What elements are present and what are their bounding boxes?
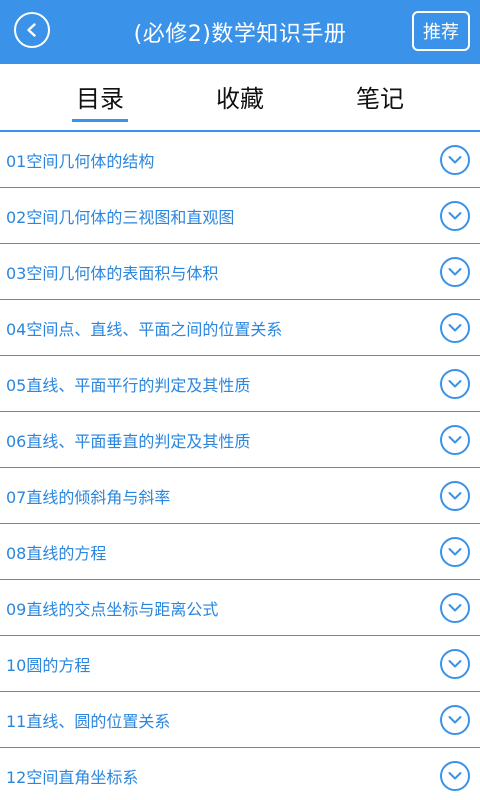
- chevron-down-icon[interactable]: [440, 424, 470, 455]
- chapter-item-05[interactable]: 05直线、平面平行的判定及其性质: [0, 356, 480, 412]
- chevron-down-icon[interactable]: [440, 144, 470, 175]
- chapter-item-10[interactable]: 10圆的方程: [0, 636, 480, 692]
- chevron-down-icon[interactable]: [440, 368, 470, 399]
- chevron-down-icon[interactable]: [440, 312, 470, 343]
- chevron-down-icon[interactable]: [440, 200, 470, 231]
- chevron-down-icon[interactable]: [440, 536, 470, 567]
- chapter-title: 03空间几何体的表面积与体积: [6, 263, 219, 283]
- tab-catalog[interactable]: 目录: [72, 73, 128, 122]
- chevron-down-icon[interactable]: [440, 256, 470, 287]
- chevron-down-icon[interactable]: [440, 592, 470, 623]
- chevron-down-icon[interactable]: [440, 760, 470, 791]
- chapter-title: 10圆的方程: [6, 655, 91, 675]
- back-button[interactable]: [14, 12, 50, 48]
- tab-notes[interactable]: 笔记: [352, 73, 408, 122]
- recommend-button[interactable]: 推荐: [412, 11, 470, 51]
- chevron-down-icon[interactable]: [440, 648, 470, 679]
- chevron-down-icon[interactable]: [440, 704, 470, 735]
- chapter-item-11[interactable]: 11直线、圆的位置关系: [0, 692, 480, 748]
- chevron-down-icon[interactable]: [440, 480, 470, 511]
- chapter-item-08[interactable]: 08直线的方程: [0, 524, 480, 580]
- chapter-item-04[interactable]: 04空间点、直线、平面之间的位置关系: [0, 300, 480, 356]
- chapter-item-12[interactable]: 12空间直角坐标系: [0, 748, 480, 800]
- chapter-title: 05直线、平面平行的判定及其性质: [6, 375, 251, 395]
- page-title: (必修2)数学知识手册: [133, 22, 347, 47]
- chapter-list: 01空间几何体的结构 02空间几何体的三视图和直观图 03空间几何体的表面积与体…: [0, 132, 480, 800]
- back-arrow-icon: [27, 23, 36, 37]
- chapter-title: 01空间几何体的结构: [6, 151, 155, 171]
- chapter-title: 11直线、圆的位置关系: [6, 711, 171, 731]
- chapter-title: 02空间几何体的三视图和直观图: [6, 207, 235, 227]
- chapter-title: 08直线的方程: [6, 543, 107, 563]
- title-bar: (必修2)数学知识手册 推荐: [0, 0, 480, 64]
- tab-favorites[interactable]: 收藏: [212, 73, 268, 122]
- chapter-item-01[interactable]: 01空间几何体的结构: [0, 132, 480, 188]
- chapter-item-07[interactable]: 07直线的倾斜角与斜率: [0, 468, 480, 524]
- app-window: (必修2)数学知识手册 推荐 目录 收藏 笔记 01空间几何体的结构 02空间几…: [0, 0, 480, 800]
- chapter-item-02[interactable]: 02空间几何体的三视图和直观图: [0, 188, 480, 244]
- chapter-item-03[interactable]: 03空间几何体的表面积与体积: [0, 244, 480, 300]
- chapter-title: 09直线的交点坐标与距离公式: [6, 599, 219, 619]
- chapter-title: 07直线的倾斜角与斜率: [6, 487, 171, 507]
- chapter-title: 12空间直角坐标系: [6, 767, 139, 787]
- tab-bar: 目录 收藏 笔记: [0, 64, 480, 132]
- chapter-item-06[interactable]: 06直线、平面垂直的判定及其性质: [0, 412, 480, 468]
- chapter-title: 04空间点、直线、平面之间的位置关系: [6, 319, 283, 339]
- chapter-item-09[interactable]: 09直线的交点坐标与距离公式: [0, 580, 480, 636]
- chapter-title: 06直线、平面垂直的判定及其性质: [6, 431, 251, 451]
